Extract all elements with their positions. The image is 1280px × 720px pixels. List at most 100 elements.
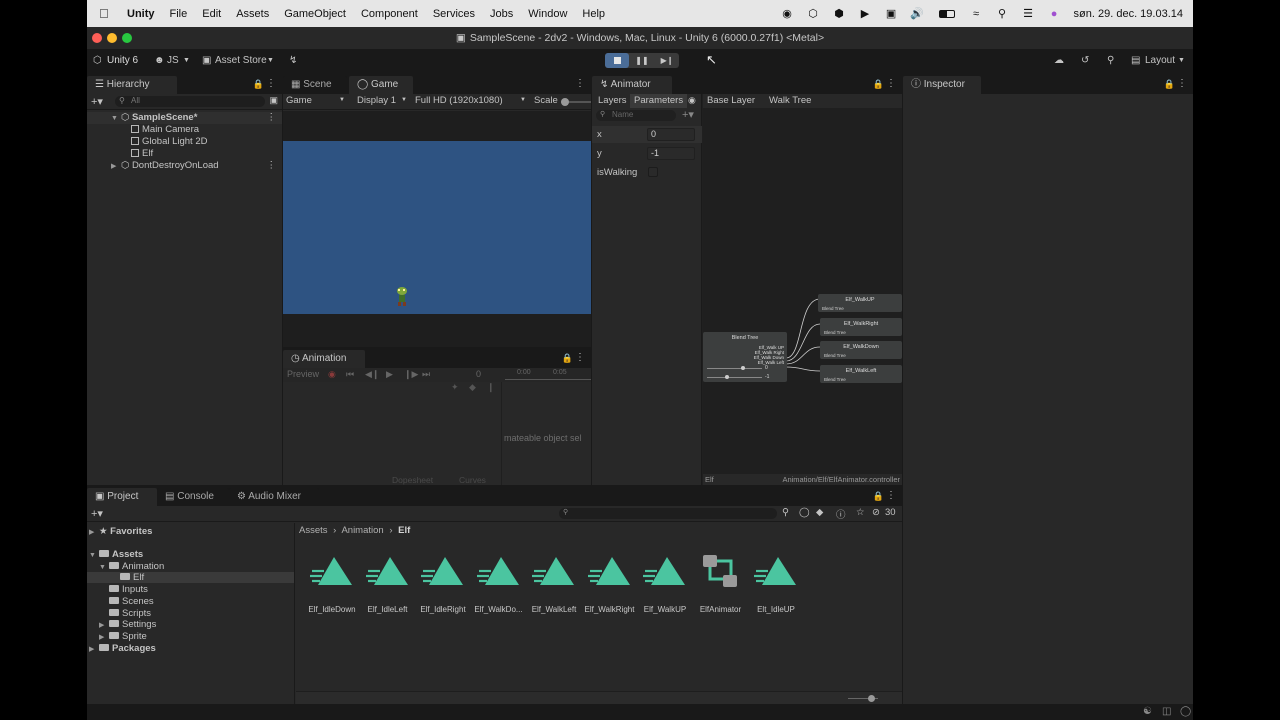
lock-icon[interactable]: 🔒 xyxy=(562,353,573,364)
menu-gameobject[interactable]: GameObject xyxy=(284,8,346,20)
expand-down-icon[interactable]: ▼ xyxy=(89,550,99,561)
asset-item[interactable]: Elf_IdleLeft xyxy=(360,553,416,623)
display-dropdown[interactable]: Display 1 xyxy=(357,95,396,106)
favorites-row[interactable]: ▶ ★ Favorites xyxy=(89,526,152,537)
apple-icon[interactable]:  xyxy=(99,6,117,21)
expand-right-icon[interactable]: ▶ xyxy=(89,527,99,538)
more-icon[interactable]: ⋮ xyxy=(267,112,277,124)
param-row-x[interactable]: x 0 xyxy=(592,126,702,143)
wifi-icon[interactable]: ≈ xyxy=(970,7,983,20)
user-dropdown[interactable]: JS xyxy=(167,55,179,66)
asset-item[interactable]: Elf_IdleRight xyxy=(415,553,471,623)
child-node-walkright[interactable]: Elf_WalkRight Blend Tree xyxy=(820,318,902,336)
tab-inspector[interactable]: ⓘ Inspector xyxy=(903,76,981,94)
account-button[interactable]: Unity 6 xyxy=(107,55,138,66)
tab-animation[interactable]: ◷ Animation xyxy=(283,350,365,368)
param-value-field[interactable]: -1 xyxy=(647,147,695,160)
add-icon[interactable]: +▾ xyxy=(91,95,103,108)
search-icon[interactable]: ⚲ xyxy=(996,7,1009,20)
more-icon[interactable]: ⋮ xyxy=(886,490,896,501)
event-marker-icon[interactable]: ❙ xyxy=(487,382,495,393)
progress-icon[interactable]: ◯ xyxy=(1180,706,1191,717)
param-checkbox[interactable] xyxy=(648,167,658,177)
lock-icon[interactable]: 🔒 xyxy=(873,491,884,502)
stop-button[interactable] xyxy=(605,53,629,68)
blend-x-slider[interactable] xyxy=(707,366,762,370)
curves-tab[interactable]: Curves xyxy=(459,475,486,485)
tab-animator[interactable]: ↯ Animator xyxy=(592,76,672,94)
animator-graph[interactable]: Base Layer Walk Tree Blend Tree Elf_Walk… xyxy=(703,94,902,485)
tab-scene[interactable]: ▦ Scene xyxy=(283,76,347,94)
play-circle-icon[interactable]: ▶ xyxy=(859,7,872,20)
blend-tree-node[interactable]: Blend Tree Elf_Walk UP Elf_Walk Right El… xyxy=(703,332,787,382)
prev-keyframe-icon[interactable]: ◀❙ xyxy=(365,369,379,380)
menu-file[interactable]: File xyxy=(170,8,188,20)
param-row-iswalking[interactable]: isWalking xyxy=(592,164,702,181)
asset-item[interactable]: Elt_IdleUP xyxy=(748,553,804,623)
blend-y-value[interactable]: -1 xyxy=(765,374,769,380)
battery-icon[interactable] xyxy=(937,7,957,20)
asset-item[interactable]: Elf_WalkUP xyxy=(637,553,693,623)
volume-icon[interactable]: 🔊 xyxy=(910,7,924,20)
asset-item[interactable]: ElfAnimator xyxy=(693,553,749,623)
packages-row[interactable]: ▶ Packages xyxy=(89,643,156,654)
unity-hub-icon[interactable]: ⬢ xyxy=(833,7,846,20)
user-icon[interactable]: ☻ xyxy=(154,55,165,66)
preview-button[interactable]: Preview xyxy=(287,369,319,379)
hierarchy-item-elf[interactable]: Elf xyxy=(87,148,282,160)
asset-item[interactable]: Elf_WalkLeft xyxy=(526,553,582,623)
control-center-icon[interactable]: ☰ xyxy=(1022,7,1035,20)
icon-size-slider[interactable] xyxy=(848,695,878,702)
clock[interactable]: søn. 29. dec. 19.03.14 xyxy=(1074,8,1183,20)
hierarchy-item-main-camera[interactable]: Main Camera xyxy=(87,124,282,136)
lock-icon[interactable]: 🔒 xyxy=(873,79,884,90)
last-keyframe-icon[interactable]: ⏭ xyxy=(422,369,430,380)
hierarchy-item-global-light[interactable]: Global Light 2D xyxy=(87,136,282,148)
hidden-packages-icon[interactable]: ⊘ xyxy=(872,507,880,518)
unity-status-icon[interactable]: ⬡ xyxy=(807,7,820,20)
hierarchy-dontdestroy-row[interactable]: ▶ ⬡ DontDestroyOnLoad ⋮ xyxy=(87,160,282,172)
folder-row-scenes[interactable]: Scenes xyxy=(109,596,154,607)
game-view[interactable] xyxy=(283,141,591,314)
menu-unity[interactable]: Unity xyxy=(127,8,155,20)
child-node-walkup[interactable]: Elf_WalkUP Blend Tree xyxy=(818,294,902,312)
animation-folder-row[interactable]: ▼ Animation xyxy=(99,561,164,572)
menu-help[interactable]: Help xyxy=(582,8,605,20)
menu-edit[interactable]: Edit xyxy=(202,8,221,20)
child-node-walkdown[interactable]: Elf_WalkDown Blend Tree xyxy=(820,341,902,359)
elf-folder-row[interactable]: Elf xyxy=(87,572,294,583)
blend-y-slider[interactable] xyxy=(707,375,762,379)
layout-dropdown[interactable]: Layout xyxy=(1145,55,1175,66)
menu-services[interactable]: Services xyxy=(433,8,475,20)
asset-item[interactable]: Elf_WalkDo... xyxy=(471,553,527,623)
folder-row-inputs[interactable]: Inputs xyxy=(109,584,148,595)
project-search-input[interactable]: ⚲ xyxy=(559,508,777,519)
blend-x-value[interactable]: 0 xyxy=(765,365,768,371)
search-icon[interactable]: ⚲ xyxy=(1107,55,1114,66)
history-icon[interactable]: ↺ xyxy=(1081,55,1089,66)
close-window-button[interactable] xyxy=(92,33,102,43)
add-parameter-icon[interactable]: +▾ xyxy=(682,108,694,121)
expand-right-icon[interactable]: ▶ xyxy=(99,632,109,643)
layers-tab[interactable]: Layers xyxy=(594,94,631,108)
scene-visibility-icon[interactable]: ▣ xyxy=(269,95,278,106)
tab-audio-mixer[interactable]: ⚙ Audio Mixer xyxy=(229,488,319,506)
next-keyframe-icon[interactable]: ❙▶ xyxy=(404,369,418,380)
menu-jobs[interactable]: Jobs xyxy=(490,8,513,20)
parameter-search-input[interactable]: ⚲ Name xyxy=(596,110,676,121)
more-icon[interactable]: ⋮ xyxy=(575,352,585,363)
cache-icon[interactable]: ◫ xyxy=(1162,706,1171,717)
parameters-tab[interactable]: Parameters xyxy=(630,94,688,108)
error-filter-icon[interactable]: ⓘ xyxy=(836,507,846,521)
breadcrumb-assets[interactable]: Assets xyxy=(299,525,328,536)
resolution-dropdown[interactable]: Full HD (1920x1080) xyxy=(415,95,503,106)
version-control-icon[interactable]: ↯ xyxy=(289,55,297,66)
param-row-y[interactable]: y -1 xyxy=(592,145,702,162)
record-icon[interactable]: ◉ xyxy=(328,369,336,380)
hierarchy-search-input[interactable]: ⚲ All xyxy=(115,96,265,107)
breadcrumb-animation[interactable]: Animation xyxy=(341,525,383,536)
hierarchy-scene-row[interactable]: ▼ ⬡ SampleScene* ⋮ xyxy=(87,112,282,124)
game-mode-dropdown[interactable]: Game xyxy=(286,95,312,106)
tab-project[interactable]: ▣ Project xyxy=(87,488,157,506)
folder-row-settings[interactable]: ▶ Settings xyxy=(99,619,156,630)
